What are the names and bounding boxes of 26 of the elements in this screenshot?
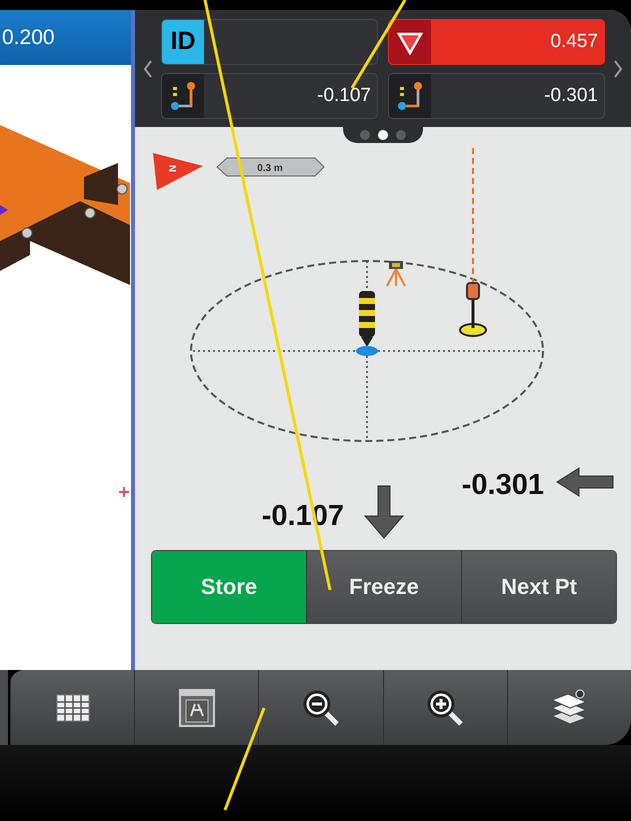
tripod-icon <box>386 261 406 287</box>
rover-pole-icon <box>356 291 378 356</box>
page-dot[interactable] <box>378 130 388 140</box>
table-icon <box>54 692 91 722</box>
scale-label: 0.3 m <box>257 163 283 174</box>
action-button[interactable]: Freeze <box>306 551 461 623</box>
formula-sheet-icon <box>178 688 216 728</box>
arrow-down-icon <box>364 486 404 539</box>
north-arrow-icon <box>153 153 203 190</box>
readout-value: -0.301 <box>543 84 599 106</box>
readout-value: -0.107 <box>316 84 372 106</box>
id-badge: ID <box>162 20 204 64</box>
readout-value: 0.457 <box>549 30 599 52</box>
target-pole-icon <box>459 282 487 337</box>
plus-marker-icon <box>118 486 130 498</box>
header-value: 0.200 <box>2 26 55 50</box>
delta-value: -0.301 <box>462 469 544 501</box>
north-label: N <box>168 164 179 172</box>
page-dot[interactable] <box>396 130 406 140</box>
arrow-left-icon <box>556 467 614 497</box>
page-dot[interactable] <box>360 130 370 140</box>
chevron-right-icon <box>613 58 623 78</box>
zoom-in-icon <box>425 688 466 728</box>
action-button[interactable]: Next Pt <box>461 551 616 623</box>
chevron-left-icon <box>143 58 153 78</box>
zoom-out-icon <box>301 688 341 728</box>
